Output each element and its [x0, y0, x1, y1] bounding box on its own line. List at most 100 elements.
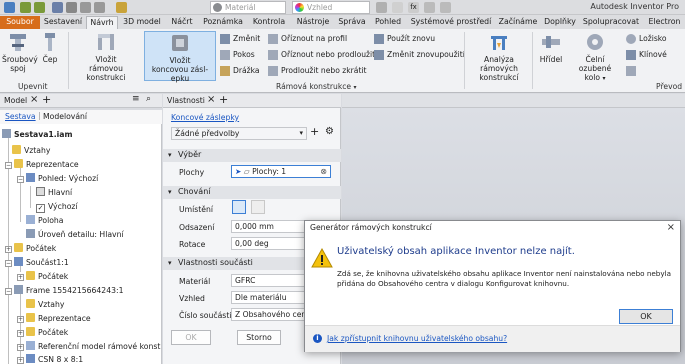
- faces-selector[interactable]: ➤ ▱ Plochy: 1 ⊗: [231, 165, 331, 178]
- spur-gear-button[interactable]: Čelní ozubené kolo ▾: [570, 31, 620, 83]
- add-tab-icon[interactable]: +: [219, 93, 228, 106]
- bolt-connection-button[interactable]: Šroubový spoj: [2, 31, 38, 73]
- tree-item[interactable]: ✓ Výchozí: [36, 201, 78, 213]
- tab-pohled[interactable]: Pohled: [370, 16, 406, 29]
- tab-poznamka[interactable]: Poznámka: [200, 16, 246, 29]
- tab-sestaveni[interactable]: Sestavení: [42, 16, 84, 29]
- close-icon[interactable]: ×: [207, 94, 215, 105]
- redo-icon[interactable]: [34, 2, 45, 13]
- tree-item[interactable]: Součást1:1: [14, 257, 69, 269]
- preset-select[interactable]: Žádné předvolby ▾: [171, 127, 307, 140]
- update-icon[interactable]: [116, 2, 127, 13]
- tab-sestava[interactable]: Sestava: [5, 112, 36, 121]
- tab-kontrola[interactable]: Kontrola: [248, 16, 290, 29]
- tab-electron[interactable]: Electron: [644, 16, 685, 29]
- tree-item[interactable]: Vztahy: [12, 145, 50, 157]
- tree-item[interactable]: Vztahy: [26, 299, 64, 311]
- trim-extend-button[interactable]: Oříznout nebo prodloužit: [268, 49, 375, 61]
- tab-3d-model[interactable]: 3D model: [120, 16, 164, 29]
- return-icon[interactable]: [66, 2, 77, 13]
- select-icon[interactable]: [80, 2, 91, 13]
- close-icon[interactable]: ×: [30, 94, 38, 105]
- tree-item[interactable]: Počátek: [26, 271, 68, 283]
- arrow-icon[interactable]: [424, 2, 435, 13]
- tab-doplnky[interactable]: Doplňky: [542, 16, 578, 29]
- miter-button[interactable]: Pokos: [220, 49, 255, 61]
- shaft-button[interactable]: Hřídel: [536, 31, 566, 64]
- tree-item[interactable]: Reprezentace: [26, 313, 91, 325]
- tab-sprava[interactable]: Správa: [336, 16, 368, 29]
- insert-frame-button[interactable]: Vložit rámovou konstrukci: [72, 31, 140, 82]
- tree-item[interactable]: Úroveň detailu: Hlavní: [26, 229, 124, 241]
- trim-to-frame-button[interactable]: Oříznout na profil: [268, 33, 347, 45]
- change-button[interactable]: Změnit: [220, 33, 260, 45]
- notch-button[interactable]: Drážka: [220, 65, 260, 77]
- tree-item[interactable]: Reprezentace: [14, 159, 79, 171]
- clear-icon[interactable]: ⊗: [320, 166, 327, 177]
- tab-nacrt[interactable]: Náčrt: [166, 16, 198, 29]
- fx-icon[interactable]: fx: [408, 2, 419, 13]
- bearing-button[interactable]: Ložisko: [626, 33, 667, 45]
- placement-outside-icon[interactable]: [251, 200, 265, 214]
- tree-item[interactable]: Poloha: [26, 215, 64, 227]
- collapse-icon[interactable]: −: [5, 260, 12, 267]
- material-combo[interactable]: Materiál: [210, 1, 286, 14]
- collapse-icon[interactable]: −: [5, 288, 12, 295]
- change-reuse-button[interactable]: Změnit znovupoužití: [374, 49, 465, 61]
- collapse-icon[interactable]: −: [17, 176, 24, 183]
- tree-item[interactable]: Referenční model rámové konstrukce: [26, 341, 161, 353]
- color-override-icon[interactable]: [392, 2, 403, 13]
- help-link[interactable]: Jak zpřístupnit knihovnu uživatelského o…: [327, 334, 507, 343]
- clear-override-icon[interactable]: [376, 2, 387, 13]
- key-button[interactable]: [626, 65, 639, 77]
- tree-item[interactable]: CSN 8 x 8:1: [26, 354, 83, 364]
- tab-spolupracovat[interactable]: Spolupracovat: [580, 16, 642, 29]
- tree-root[interactable]: Sestava1.iam: [2, 129, 73, 141]
- expand-icon[interactable]: +: [17, 357, 24, 364]
- tab-navrh[interactable]: Návrh: [86, 16, 118, 29]
- section-vyber[interactable]: ▾ Výběr: [163, 149, 341, 162]
- group-label-ramova-konstrukce[interactable]: Rámová konstrukce ▾: [276, 82, 357, 91]
- search-icon[interactable]: ⌕: [146, 94, 151, 104]
- close-icon[interactable]: ×: [667, 222, 675, 233]
- frame-analysis-button[interactable]: Analýza rámových konstrukcí: [470, 31, 528, 82]
- tree-item[interactable]: Frame 1554215664243:1: [14, 285, 123, 297]
- collapse-icon[interactable]: −: [5, 162, 12, 169]
- expand-icon[interactable]: +: [17, 344, 24, 351]
- gear-icon[interactable]: ⚙: [325, 126, 334, 137]
- v-belt-button[interactable]: Klínové: [626, 49, 667, 61]
- undo-icon[interactable]: [20, 2, 31, 13]
- dialog-ok-button[interactable]: OK: [619, 309, 673, 324]
- appearance-combo[interactable]: Vzhled: [292, 1, 370, 14]
- tree-item[interactable]: Počátek: [26, 327, 68, 339]
- save-icon[interactable]: [4, 2, 15, 13]
- cancel-button[interactable]: Storno: [237, 330, 281, 345]
- settings-icon[interactable]: [94, 2, 105, 13]
- menu-icon[interactable]: ≡: [132, 94, 140, 104]
- tree-item[interactable]: Pohled: Výchozí: [26, 173, 98, 185]
- add-tab-icon[interactable]: +: [42, 93, 51, 106]
- expand-icon[interactable]: +: [5, 246, 12, 253]
- tab-soubor[interactable]: Soubor: [0, 16, 40, 29]
- placement-inside-icon[interactable]: [232, 200, 246, 214]
- reuse-button[interactable]: Použít znovu: [374, 33, 435, 45]
- add-preset-icon[interactable]: +: [310, 125, 319, 138]
- tab-zaciname[interactable]: Začínáme: [496, 16, 540, 29]
- trim-to-frame-icon: [268, 34, 278, 44]
- pin-button[interactable]: Čep: [38, 31, 62, 64]
- tree-item[interactable]: Počátek: [14, 243, 56, 255]
- tab-nastroje[interactable]: Nástroje: [292, 16, 334, 29]
- tab-modelovani[interactable]: Modelování: [43, 112, 87, 121]
- lengthen-shorten-button[interactable]: Prodloužit nebo zkrátit: [268, 65, 367, 77]
- expand-icon[interactable]: +: [17, 274, 24, 281]
- tree-item[interactable]: Hlavní: [36, 187, 72, 199]
- section-chovani[interactable]: ▾ Chování: [163, 186, 341, 199]
- expand-icon[interactable]: +: [17, 330, 24, 337]
- camera-icon[interactable]: [440, 2, 451, 13]
- home-icon[interactable]: [52, 2, 63, 13]
- insert-end-cap-button[interactable]: Vložit koncovou zásl­epku: [144, 31, 216, 83]
- ok-button[interactable]: OK: [171, 330, 211, 345]
- expand-icon[interactable]: +: [17, 316, 24, 323]
- tab-systemove-prostredi[interactable]: Systémové prostředí: [408, 16, 494, 29]
- end-cap-link[interactable]: Koncové záslepky: [171, 113, 239, 122]
